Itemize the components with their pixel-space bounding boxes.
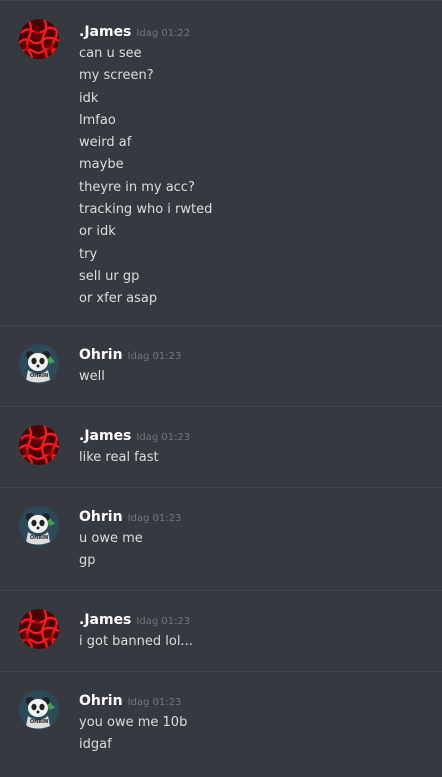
message-line: u owe me (79, 531, 143, 546)
message-line: tracking who i rwted (79, 202, 213, 218)
svg-text:OHRIN: OHRIN (30, 719, 48, 725)
message-line: gp (79, 553, 96, 569)
timestamp: Idag 01:23 (127, 351, 182, 362)
timestamp: Idag 01:22 (136, 28, 191, 39)
message-group: OHRIN Ohrin Idag 01:23 u owe me gp (0, 488, 442, 591)
message-header: Ohrin Idag 01:23 (79, 344, 432, 364)
red-cell-pattern-icon (19, 609, 59, 649)
message-line: can u see (79, 46, 142, 61)
message-group: .James Idag 01:23 i got banned lol... (0, 591, 442, 672)
message-line: idgaf (79, 737, 112, 753)
panda-icon: OHRIN (19, 506, 59, 546)
message-line: weird af (79, 135, 132, 151)
message-line: sell ur gp (79, 268, 140, 284)
username[interactable]: Ohrin (79, 509, 123, 525)
timestamp: Idag 01:23 (136, 616, 191, 627)
message-line: theyre in my acc? (79, 179, 195, 195)
username[interactable]: .James (79, 24, 131, 40)
message-line: well (79, 369, 105, 384)
message-header: .James Idag 01:23 (79, 425, 432, 445)
red-cell-pattern-avatar[interactable] (19, 609, 59, 649)
panda-icon: OHRIN (19, 344, 59, 384)
red-cell-pattern-icon (19, 425, 59, 465)
message-line: maybe (79, 157, 124, 173)
svg-text:OHRIN: OHRIN (30, 535, 48, 541)
timestamp: Idag 01:23 (127, 697, 182, 708)
svg-text:OHRIN: OHRIN (30, 373, 48, 379)
message-group: OHRIN Ohrin Idag 01:23 well (0, 326, 442, 407)
username[interactable]: Ohrin (79, 693, 123, 709)
message-line: or xfer asap (79, 291, 158, 307)
username[interactable]: Ohrin (79, 347, 123, 363)
red-cell-pattern-avatar[interactable] (19, 425, 59, 465)
message-line: idk (79, 90, 99, 106)
message-line: i got banned lol... (79, 634, 193, 649)
message-header: .James Idag 01:22 (79, 21, 432, 41)
message-line: try (79, 246, 98, 262)
message-group: .James Idag 01:22 can u see my screen? id… (0, 1, 442, 326)
message-group: .James Idag 01:23 like real fast (0, 407, 442, 488)
message-line: you owe me 10b (79, 715, 188, 730)
message-line: my screen? (79, 68, 154, 84)
red-cell-pattern-avatar[interactable] (19, 19, 59, 59)
username[interactable]: .James (79, 428, 131, 444)
message-header: Ohrin Idag 01:23 (79, 690, 432, 710)
message-line: lmfao (79, 112, 116, 128)
message-line: like real fast (79, 450, 159, 465)
message-header: .James Idag 01:23 (79, 609, 432, 629)
message-list: .James Idag 01:22 can u see my screen? id… (0, 1, 442, 777)
panda-avatar[interactable]: OHRIN (19, 506, 59, 546)
panda-avatar[interactable]: OHRIN (19, 690, 59, 730)
panda-avatar[interactable]: OHRIN (19, 344, 59, 384)
message-line: or idk (79, 224, 116, 240)
panda-icon: OHRIN (19, 690, 59, 730)
message-header: Ohrin Idag 01:23 (79, 506, 432, 526)
red-cell-pattern-icon (19, 19, 59, 59)
message-group: OHRIN Ohrin Idag 01:23 you owe me 10b idg… (0, 672, 442, 777)
username[interactable]: .James (79, 612, 131, 628)
timestamp: Idag 01:23 (136, 432, 191, 443)
timestamp: Idag 01:23 (127, 513, 182, 524)
